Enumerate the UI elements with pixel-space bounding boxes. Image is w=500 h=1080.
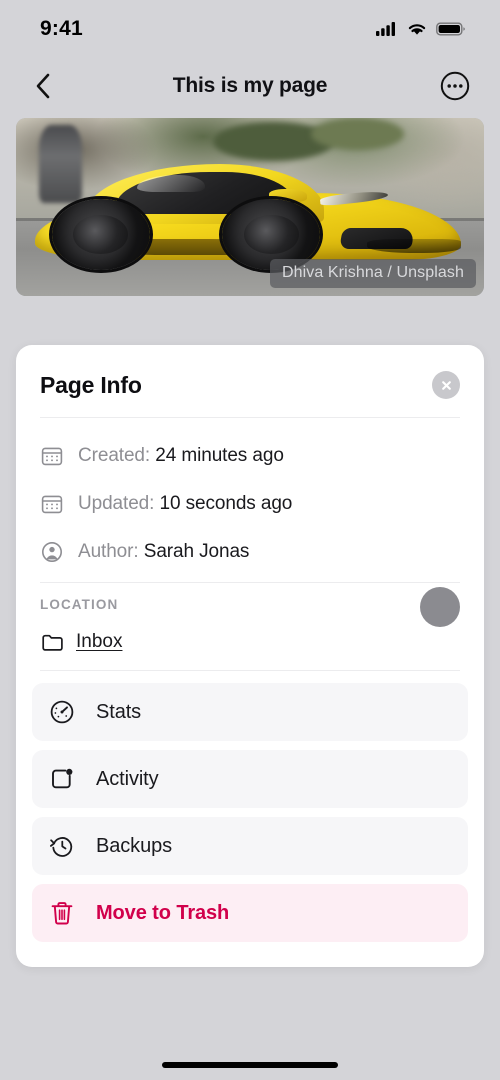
metadata-value: 24 minutes ago: [155, 445, 284, 466]
action-row-move-to-trash[interactable]: Move to Trash: [32, 884, 468, 942]
trash-icon: [48, 899, 76, 927]
metadata-label: Updated:: [78, 493, 155, 514]
card-header: Page Info: [16, 345, 484, 417]
photo-foliage: [310, 118, 405, 151]
image-attribution: Dhiva Krishna / Unsplash: [269, 259, 476, 288]
metadata-label: Created:: [78, 445, 151, 466]
back-button[interactable]: [26, 69, 60, 103]
metadata-text: Updated: 10 seconds ago: [78, 493, 292, 515]
avatar[interactable]: [420, 587, 460, 627]
status-time: 9:41: [40, 17, 83, 40]
location-name[interactable]: Inbox: [76, 631, 122, 653]
action-list: Stats Activity Backups Move to Trash: [16, 671, 484, 942]
calendar-icon: [40, 444, 64, 468]
wifi-icon: [408, 24, 426, 35]
featured-image[interactable]: Dhiva Krishna / Unsplash: [16, 118, 484, 296]
metadata-value: 10 seconds ago: [159, 493, 293, 514]
person-circle-icon: [40, 540, 64, 564]
location-section-label: LOCATION: [40, 597, 119, 612]
photo-car: [34, 164, 461, 271]
metadata-row-created: Created: 24 minutes ago: [40, 432, 460, 480]
action-row-activity[interactable]: Activity: [32, 750, 468, 808]
action-label: Activity: [96, 767, 159, 790]
action-label: Stats: [96, 700, 142, 723]
status-bar: 9:41: [0, 0, 500, 58]
calendar-icon: [40, 492, 64, 516]
chevron-left-icon: [36, 73, 50, 99]
metadata-label: Author:: [78, 541, 139, 562]
home-indicator: [162, 1062, 338, 1068]
car-nose-shadow: [366, 239, 461, 253]
page-info-card: Page Info Created: 24 minutes ago Update…: [16, 345, 484, 967]
metadata-text: Author: Sarah Jonas: [78, 541, 249, 563]
backup-clock-icon: [48, 832, 76, 860]
card-title: Page Info: [40, 371, 142, 398]
action-row-stats[interactable]: Stats: [32, 683, 468, 741]
close-button[interactable]: [432, 371, 460, 399]
status-indicators: [376, 21, 466, 37]
car-wheel: [51, 198, 150, 271]
action-label: Backups: [96, 834, 173, 857]
more-options-button[interactable]: [438, 69, 472, 103]
cellular-signal-icon: [376, 22, 395, 36]
metadata-value: Sarah Jonas: [143, 541, 250, 562]
activity-badge-icon: [48, 765, 76, 793]
location-section: LOCATION Inbox: [16, 583, 484, 670]
action-label: Move to Trash: [96, 901, 230, 924]
page-title: This is my page: [172, 74, 328, 97]
folder-icon: [40, 630, 64, 654]
metadata-row-author: Author: Sarah Jonas: [40, 528, 460, 576]
navigation-bar: This is my page: [0, 58, 500, 114]
action-row-backups[interactable]: Backups: [32, 817, 468, 875]
metadata-row-updated: Updated: 10 seconds ago: [40, 480, 460, 528]
metadata-list: Created: 24 minutes ago Updated: 10 seco…: [16, 418, 484, 582]
ellipsis-circle-icon: [440, 71, 470, 101]
battery-icon: [436, 22, 465, 36]
close-icon: [441, 380, 451, 390]
location-item-inbox[interactable]: Inbox: [40, 630, 460, 670]
gauge-icon: [48, 698, 76, 726]
metadata-text: Created: 24 minutes ago: [78, 445, 284, 467]
